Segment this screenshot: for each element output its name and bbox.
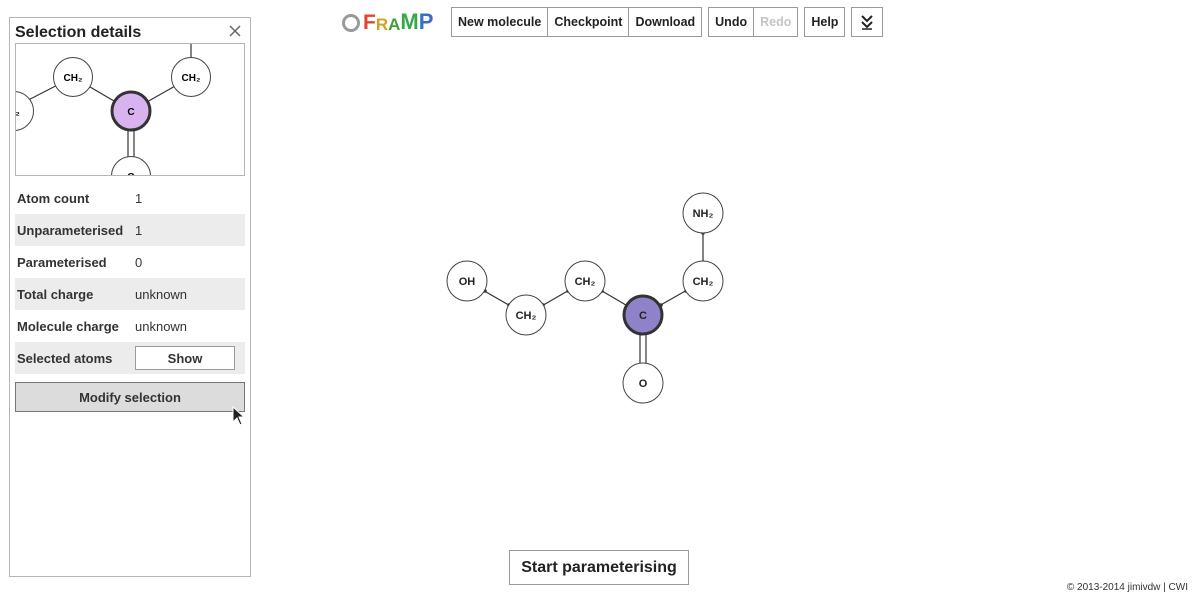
atom-node[interactable]: CH₂ xyxy=(564,260,606,302)
property-row: Molecule charge unknown xyxy=(15,310,245,342)
collapse-toolbar-button[interactable] xyxy=(852,8,883,36)
help-button[interactable]: Help xyxy=(805,8,845,36)
svg-text:H₂: H₂ xyxy=(16,107,20,118)
start-parameterising-button[interactable]: Start parameterising xyxy=(509,550,689,585)
svg-text:CH₂: CH₂ xyxy=(575,276,596,288)
atom-node[interactable]: CH₂ xyxy=(682,260,724,302)
property-value: unknown xyxy=(135,318,188,334)
logo-letter: R xyxy=(375,15,389,34)
property-label: Selected atoms xyxy=(17,350,113,366)
preview-atom[interactable]: CH₂ xyxy=(53,57,93,97)
property-label: Molecule charge xyxy=(17,318,119,334)
svg-text:CH₂: CH₂ xyxy=(182,73,201,84)
help-button-group: Help xyxy=(804,7,846,37)
atom-node-selected[interactable]: C xyxy=(622,294,664,336)
undo-button[interactable]: Undo xyxy=(709,8,755,36)
svg-text:NH₂: NH₂ xyxy=(693,208,714,220)
atom-node[interactable]: CH₂ xyxy=(505,294,547,336)
atom-node[interactable]: OH xyxy=(446,260,488,302)
svg-text:CH₂: CH₂ xyxy=(693,276,714,288)
preview-atom[interactable]: CH₂ xyxy=(171,57,211,97)
preview-atom-selected[interactable]: C xyxy=(110,90,152,132)
main-toolbar: New molecule Checkpoint Download Undo Re… xyxy=(451,7,889,37)
close-icon[interactable] xyxy=(228,24,242,38)
property-label: Parameterised xyxy=(17,254,107,270)
show-selected-atoms-button[interactable]: Show xyxy=(135,346,235,370)
preview-molecule-graph: H₂ CH₂ CH₂ O C xyxy=(16,44,211,177)
logo-letter: P xyxy=(418,9,434,34)
svg-text:CH₂: CH₂ xyxy=(64,73,83,84)
property-row: Total charge unknown xyxy=(15,278,245,310)
atom-node[interactable]: O xyxy=(622,362,664,404)
svg-text:O: O xyxy=(639,378,648,390)
preview-atom[interactable]: H₂ xyxy=(16,91,34,131)
property-row: Unparameterised 1 xyxy=(15,214,245,246)
modify-selection-button[interactable]: Modify selection xyxy=(15,382,245,412)
property-label: Total charge xyxy=(17,286,94,302)
svg-text:OH: OH xyxy=(459,276,476,288)
download-button[interactable]: Download xyxy=(629,8,702,36)
copyright-footer: © 2013-2014 jimivdw | CWI xyxy=(1066,582,1188,593)
logo-ring-icon xyxy=(342,14,360,32)
svg-text:O: O xyxy=(127,172,135,176)
history-button-group: Undo Redo xyxy=(708,7,799,37)
property-value: 0 xyxy=(135,254,143,270)
property-row-selected-atoms: Selected atoms Show xyxy=(15,342,245,374)
preview-atom[interactable]: O xyxy=(111,156,151,177)
property-label: Atom count xyxy=(17,190,90,206)
selection-preview: H₂ CH₂ CH₂ O C xyxy=(15,43,245,176)
logo-letter: A xyxy=(388,15,401,34)
logo-letter: M xyxy=(400,9,419,34)
oframp-logo: F R A M P xyxy=(342,9,433,35)
checkpoint-button[interactable]: Checkpoint xyxy=(548,8,630,36)
file-button-group: New molecule Checkpoint Download xyxy=(451,7,703,37)
logo-letter: F xyxy=(363,11,376,34)
collapse-button-group xyxy=(851,7,884,37)
property-row: Parameterised 0 xyxy=(15,246,245,278)
selection-details-panel: Selection details H₂ CH₂ CH₂ xyxy=(9,17,251,577)
property-value: 1 xyxy=(135,190,143,206)
property-value: 1 xyxy=(135,222,143,238)
atom-node[interactable]: NH₂ xyxy=(682,192,724,234)
svg-text:CH₂: CH₂ xyxy=(516,310,537,322)
properties-table: Atom count 1 Unparameterised 1 Parameter… xyxy=(15,182,245,374)
double-chevron-down-icon xyxy=(861,15,874,30)
property-value: unknown xyxy=(135,286,188,302)
panel-title: Selection details xyxy=(15,24,142,41)
svg-text:C: C xyxy=(639,310,647,322)
new-molecule-button[interactable]: New molecule xyxy=(452,8,549,36)
mouse-cursor-icon xyxy=(232,406,246,426)
redo-button[interactable]: Redo xyxy=(754,8,798,36)
svg-text:C: C xyxy=(127,107,134,118)
property-row: Atom count 1 xyxy=(15,182,245,214)
property-label: Unparameterised xyxy=(17,222,124,238)
